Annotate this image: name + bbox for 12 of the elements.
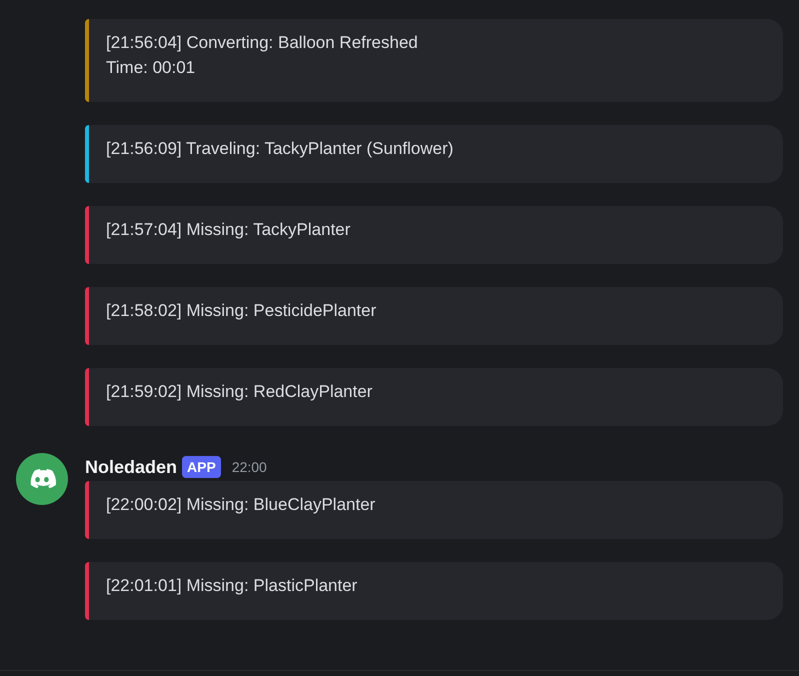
embed-text: [21:58:02] Missing: PesticidePlanter xyxy=(106,300,378,322)
embed-text: [21:56:04] Converting: Balloon Refreshed xyxy=(106,32,419,54)
timestamp: 22:00 xyxy=(232,459,267,475)
embed-text: [21:56:09] Traveling: TackyPlanter (Sunflower) xyxy=(106,138,454,160)
embed-text: [21:57:04] Missing: TackyPlanter xyxy=(106,219,352,241)
app-badge: APP xyxy=(182,456,221,478)
author-name[interactable]: Noledaden xyxy=(85,456,178,478)
embed-text: [22:01:01] Missing: PlasticPlanter xyxy=(106,575,358,597)
embed-text: [22:00:02] Missing: BlueClayPlanter xyxy=(106,494,376,516)
embed-text: [21:59:02] Missing: RedClayPlanter xyxy=(106,381,374,403)
avatar-icon[interactable] xyxy=(16,453,68,505)
embed-text: Time: 00:01 xyxy=(106,57,196,79)
